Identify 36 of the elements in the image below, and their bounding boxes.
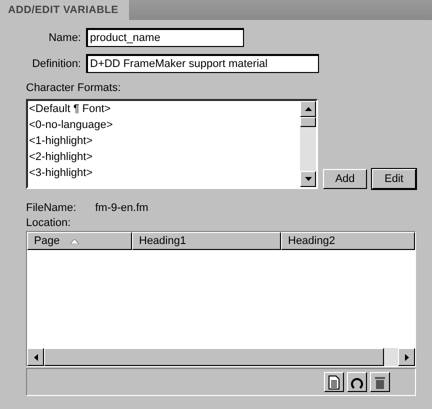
left-arrow-icon	[34, 354, 38, 360]
location-table[interactable]: Page Heading1 Heading2	[26, 231, 416, 367]
column-header[interactable]: Heading1	[132, 232, 281, 250]
scroll-left-button[interactable]	[27, 348, 44, 366]
character-formats-label: Character Formats:	[26, 82, 122, 96]
column-header[interactable]: Page	[27, 232, 132, 250]
list-item[interactable]: <1-highlight>	[28, 133, 300, 149]
list-item[interactable]: <Default ¶ Font>	[28, 101, 300, 117]
list-item[interactable]: <2-highlight>	[28, 149, 300, 165]
location-label: Location:	[26, 217, 72, 229]
delete-icon[interactable]	[370, 372, 390, 392]
definition-field[interactable]: D+DD FrameMaker support material	[86, 54, 319, 73]
scroll-track[interactable]	[384, 348, 398, 366]
scroll-down-button[interactable]	[300, 171, 316, 187]
dialog-button[interactable]: Edit	[372, 169, 416, 189]
refresh-icon[interactable]	[347, 372, 367, 392]
sort-arrow-icon	[70, 238, 79, 244]
column-header[interactable]: Heading2	[281, 232, 415, 250]
filename-label: FileName:	[26, 202, 76, 214]
document-icon[interactable]	[324, 372, 344, 392]
vertical-scrollbar[interactable]	[300, 101, 316, 187]
up-arrow-icon	[304, 107, 312, 111]
character-formats-list[interactable]: <Default ¶ Font> <0-no-language> <1-highlight> <2-highlight> <3-highlight>	[26, 99, 318, 189]
list-item[interactable]: <3-highlight>	[28, 165, 300, 181]
definition-label: Definition:	[31, 58, 81, 70]
scroll-up-button[interactable]	[300, 101, 316, 117]
dialog-button[interactable]: Add	[323, 169, 367, 189]
down-arrow-icon	[304, 177, 312, 181]
list-item[interactable]: <0-no-language>	[28, 117, 300, 133]
filename-value: fm-9-en.fm	[95, 202, 148, 214]
scroll-thumb[interactable]	[300, 117, 316, 127]
name-label: Name:	[48, 32, 81, 44]
name-field[interactable]: product_name	[86, 28, 244, 47]
scroll-right-button[interactable]	[398, 348, 415, 366]
right-arrow-icon	[404, 354, 408, 360]
panel-tab[interactable]: ADD/EDIT VARIABLE	[0, 0, 128, 20]
